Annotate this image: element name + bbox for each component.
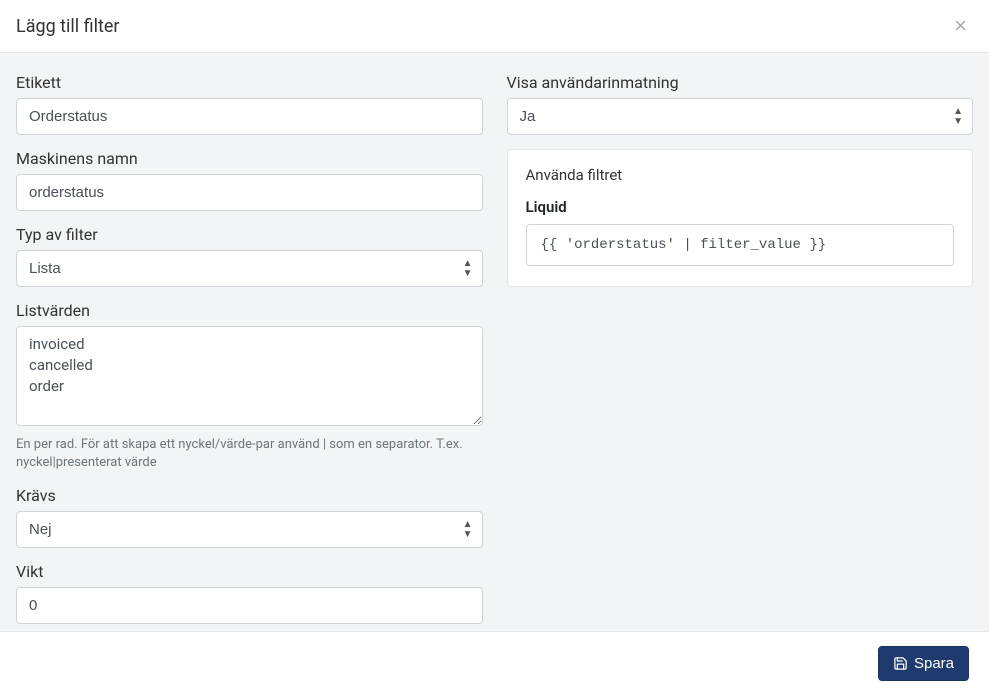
modal-title: Lägg till filter bbox=[16, 16, 120, 37]
modal-header: Lägg till filter × bbox=[0, 0, 989, 53]
group-vikt: Vikt bbox=[16, 562, 483, 624]
input-maskin[interactable] bbox=[16, 174, 483, 211]
label-visa: Visa användarinmatning bbox=[507, 73, 974, 92]
modal-body: Etikett Maskinens namn Typ av filter Lis… bbox=[0, 53, 989, 631]
select-kravs[interactable]: Nej bbox=[16, 511, 483, 548]
close-button[interactable]: × bbox=[948, 15, 973, 37]
modal-footer: Spara bbox=[0, 631, 989, 695]
label-kravs: Krävs bbox=[16, 486, 483, 505]
label-maskin: Maskinens namn bbox=[16, 149, 483, 168]
label-listvarden: Listvärden bbox=[16, 301, 483, 320]
liquid-code: {{ 'orderstatus' | filter_value }} bbox=[526, 224, 955, 266]
group-listvarden: Listvärden En per rad. För att skapa ett… bbox=[16, 301, 483, 472]
form-row: Etikett Maskinens namn Typ av filter Lis… bbox=[16, 73, 973, 631]
save-label: Spara bbox=[914, 655, 954, 672]
card-title: Använda filtret bbox=[526, 166, 955, 184]
input-etikett[interactable] bbox=[16, 98, 483, 135]
modal: Lägg till filter × Etikett Maskinens nam… bbox=[0, 0, 989, 695]
group-typ: Typ av filter Lista ▲▼ bbox=[16, 225, 483, 287]
group-kravs: Krävs Nej ▲▼ bbox=[16, 486, 483, 548]
label-typ: Typ av filter bbox=[16, 225, 483, 244]
group-maskin: Maskinens namn bbox=[16, 149, 483, 211]
input-vikt[interactable] bbox=[16, 587, 483, 624]
left-column: Etikett Maskinens namn Typ av filter Lis… bbox=[16, 73, 483, 631]
label-etikett: Etikett bbox=[16, 73, 483, 92]
save-icon bbox=[893, 656, 908, 671]
close-icon: × bbox=[954, 13, 967, 38]
right-column: Visa användarinmatning Ja ▲▼ Använda fil… bbox=[507, 73, 974, 631]
save-button[interactable]: Spara bbox=[878, 646, 969, 681]
card-subtitle: Liquid bbox=[526, 198, 955, 216]
label-vikt: Vikt bbox=[16, 562, 483, 581]
help-listvarden: En per rad. För att skapa ett nyckel/vär… bbox=[16, 436, 483, 472]
select-visa[interactable]: Ja bbox=[507, 98, 974, 135]
group-etikett: Etikett bbox=[16, 73, 483, 135]
use-filter-card: Använda filtret Liquid {{ 'orderstatus' … bbox=[507, 149, 974, 287]
group-visa: Visa användarinmatning Ja ▲▼ bbox=[507, 73, 974, 135]
select-typ[interactable]: Lista bbox=[16, 250, 483, 287]
textarea-listvarden[interactable] bbox=[16, 326, 483, 426]
